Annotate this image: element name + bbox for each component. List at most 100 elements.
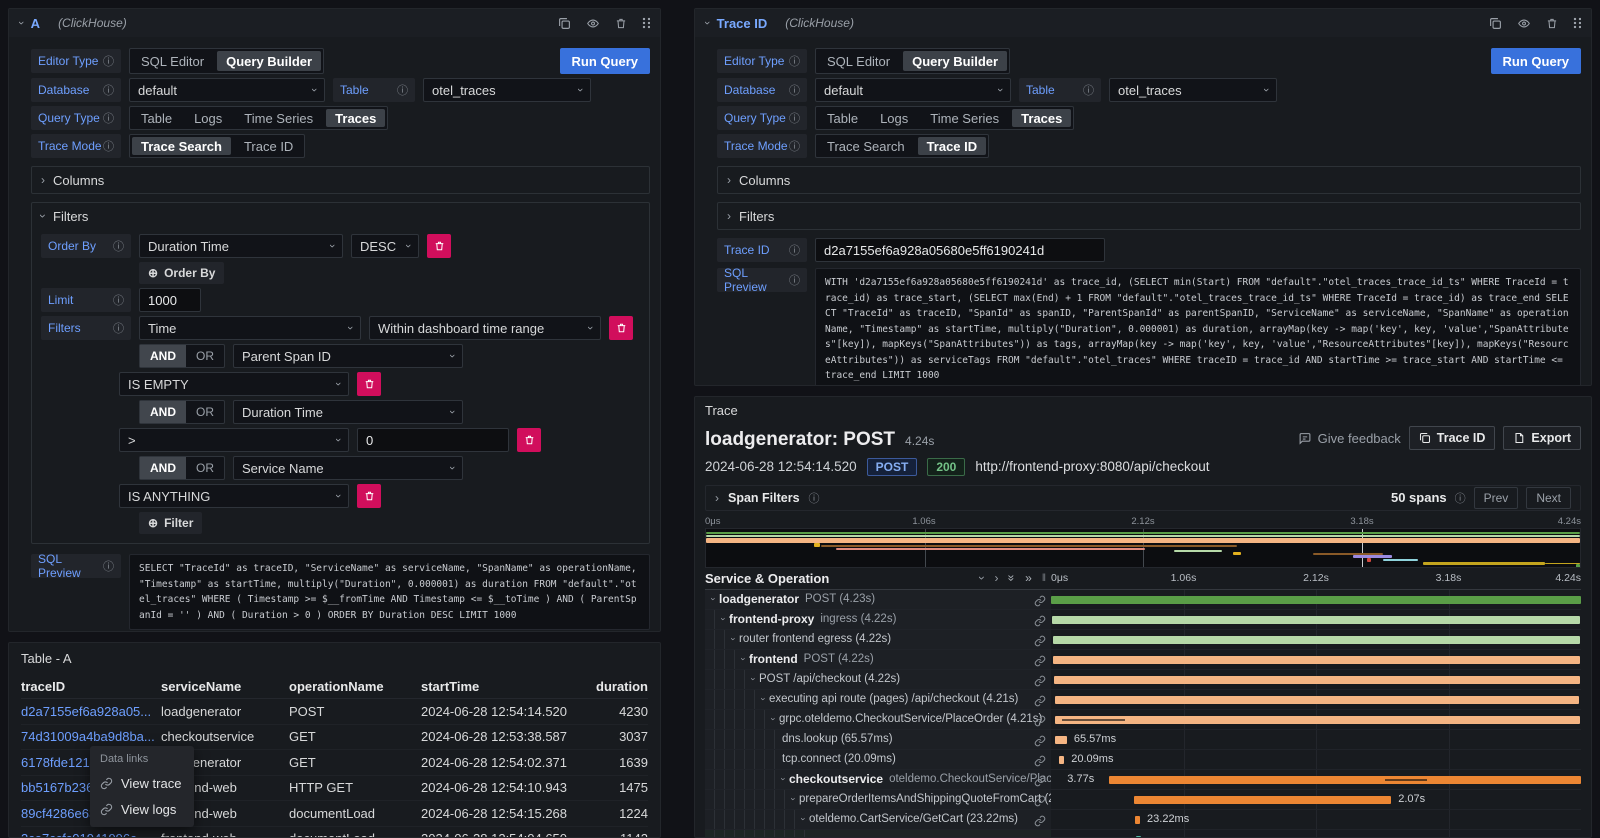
span-link-icon[interactable]: [1034, 594, 1046, 609]
trace-id-link[interactable]: 74d31009a4ba9d8ba...: [21, 729, 161, 744]
run-query-button[interactable]: Run Query: [560, 48, 650, 74]
column-header-operationname[interactable]: operationName: [289, 679, 421, 694]
span-bar[interactable]: [1055, 696, 1580, 704]
span-link-icon[interactable]: [1034, 794, 1046, 809]
chevron-down-icon[interactable]: ›: [799, 818, 809, 821]
span-link-icon[interactable]: [1034, 754, 1046, 769]
remove-condition-button[interactable]: [357, 484, 381, 508]
span-row[interactable]: ›checkoutserviceoteldemo.CheckoutService…: [705, 770, 1581, 790]
order-by-field-select[interactable]: Duration Time›: [139, 234, 343, 258]
query-type-table[interactable]: Table: [816, 107, 869, 129]
span-row[interactable]: ›oteldemo.CartService/GetCart (23.22ms)2…: [705, 810, 1581, 830]
duplicate-icon[interactable]: [558, 17, 571, 30]
remove-filter-button[interactable]: [609, 316, 633, 340]
condition-operator-select[interactable]: >›: [119, 428, 349, 452]
span-bar[interactable]: [1059, 756, 1064, 764]
span-link-icon[interactable]: [1034, 614, 1046, 629]
query-type-traces[interactable]: Traces: [1012, 109, 1071, 127]
query-type-traces[interactable]: Traces: [326, 109, 385, 127]
chevron-down-icon[interactable]: ›: [789, 798, 799, 801]
prev-button[interactable]: Prev: [1474, 487, 1519, 509]
condition-value-input[interactable]: 0: [357, 428, 509, 452]
span-name[interactable]: ›oteldemo.CartService/GetCart (23.22ms): [705, 810, 1051, 829]
span-name[interactable]: ›loadgeneratorPOST (4.23s): [705, 590, 1051, 609]
drag-handle-icon[interactable]: [1573, 17, 1581, 29]
column-header-servicename[interactable]: serviceName: [161, 679, 289, 694]
chevron-down-icon[interactable]: ›: [729, 638, 739, 641]
span-link-icon[interactable]: [1034, 774, 1046, 789]
span-link-icon[interactable]: [1034, 694, 1046, 709]
trace-id-link[interactable]: 3ce7ccfc01941996c...: [21, 831, 161, 838]
add-order-by-button[interactable]: ⊕Order By: [139, 262, 224, 284]
delete-icon[interactable]: [1546, 17, 1558, 30]
delete-icon[interactable]: [615, 17, 627, 30]
query-builder-option[interactable]: Query Builder: [217, 51, 321, 71]
span-name[interactable]: dns.lookup (65.57ms): [705, 730, 1051, 749]
drag-handle-icon[interactable]: [642, 17, 650, 29]
chevron-down-icon[interactable]: ›: [739, 658, 749, 661]
trace-mode-id[interactable]: Trace ID: [918, 137, 987, 155]
trace-id-input[interactable]: d2a7155ef6a928a05680e5ff6190241d: [815, 238, 1105, 262]
span-name[interactable]: ›executing api route (pages) /api/checko…: [705, 690, 1051, 709]
span-link-icon[interactable]: [1034, 714, 1046, 729]
trace-id-link[interactable]: d2a7155ef6a928a05...: [21, 704, 161, 719]
column-header-traceid[interactable]: traceID: [21, 679, 161, 694]
span-link-icon[interactable]: [1034, 814, 1046, 829]
span-bar[interactable]: [1109, 776, 1581, 784]
filter-value-select[interactable]: Within dashboard time range›: [369, 316, 601, 340]
collapse-chevron-icon[interactable]: ›: [15, 21, 27, 25]
trace-mode-search[interactable]: Trace Search: [816, 135, 916, 157]
query-type-logs[interactable]: Logs: [183, 107, 233, 129]
span-row[interactable]: ›prepareOrderItemsAndShippingQuoteFromCa…: [705, 790, 1581, 810]
expand-chevron-icon[interactable]: ›: [715, 491, 719, 505]
span-bar[interactable]: [1055, 716, 1580, 724]
view-logs-link[interactable]: View logs: [100, 802, 184, 817]
and-or-toggle[interactable]: ANDOR: [139, 400, 225, 424]
remove-condition-button[interactable]: [357, 372, 381, 396]
condition-operator-select[interactable]: IS EMPTY›: [119, 372, 349, 396]
columns-section[interactable]: ›Columns: [717, 166, 1581, 194]
duplicate-icon[interactable]: [1489, 17, 1502, 30]
chevron-down-icon[interactable]: ›: [749, 678, 759, 681]
span-row[interactable]: ›frontend-proxyingress (4.22s): [705, 610, 1581, 630]
add-filter-button[interactable]: ⊕Filter: [139, 512, 202, 534]
trace-minimap[interactable]: [705, 528, 1581, 568]
eye-icon[interactable]: [586, 17, 600, 30]
trace-id-button[interactable]: Trace ID: [1409, 426, 1496, 450]
span-link-icon[interactable]: [1034, 634, 1046, 649]
sql-editor-option[interactable]: SQL Editor: [816, 49, 901, 73]
columns-section[interactable]: ›Columns: [31, 166, 650, 194]
database-select[interactable]: default›: [815, 78, 1011, 102]
next-button[interactable]: Next: [1526, 487, 1571, 509]
condition-operator-select[interactable]: IS ANYTHING›: [119, 484, 349, 508]
span-name[interactable]: ›grpc.oteldemo.CheckoutService/PlaceOrde…: [705, 710, 1051, 729]
span-name[interactable]: ›frontend-proxyingress (4.22s): [705, 610, 1051, 629]
span-link-icon[interactable]: [1034, 734, 1046, 749]
query-builder-option[interactable]: Query Builder: [903, 51, 1007, 71]
column-header-duration[interactable]: duration: [579, 679, 648, 694]
view-trace-link[interactable]: View trace: [100, 776, 184, 791]
span-row[interactable]: ›frontendPOST (4.22s): [705, 650, 1581, 670]
filters-section[interactable]: ›Filters: [717, 202, 1581, 230]
database-select[interactable]: default›: [129, 78, 325, 102]
span-bar[interactable]: [1054, 676, 1580, 684]
expand-all-icon[interactable]: »: [1025, 571, 1032, 585]
table-select[interactable]: otel_traces›: [423, 78, 591, 102]
span-row[interactable]: ›executing api route (pages) /api/checko…: [705, 690, 1581, 710]
span-name[interactable]: ›router frontend egress (4.22s): [705, 630, 1051, 649]
span-name[interactable]: ›prepareOrderItemsAndShippingQuoteFromCa…: [705, 790, 1051, 809]
collapse-chevron-icon[interactable]: ›: [701, 21, 713, 25]
query-type-table[interactable]: Table: [130, 107, 183, 129]
span-name[interactable]: [705, 830, 1051, 838]
order-by-direction-select[interactable]: DESC›: [351, 234, 419, 258]
span-row[interactable]: [705, 830, 1581, 838]
remove-order-by-button[interactable]: [427, 234, 451, 258]
span-bar[interactable]: [1052, 616, 1580, 624]
remove-condition-button[interactable]: [517, 428, 541, 452]
and-or-toggle[interactable]: ANDOR: [139, 456, 225, 480]
collapse-one-icon[interactable]: ›: [975, 576, 989, 580]
span-name[interactable]: ›POST /api/checkout (4.22s): [705, 670, 1051, 689]
trace-mode-id[interactable]: Trace ID: [233, 135, 304, 157]
run-query-button[interactable]: Run Query: [1491, 48, 1581, 74]
eye-icon[interactable]: [1517, 17, 1531, 30]
